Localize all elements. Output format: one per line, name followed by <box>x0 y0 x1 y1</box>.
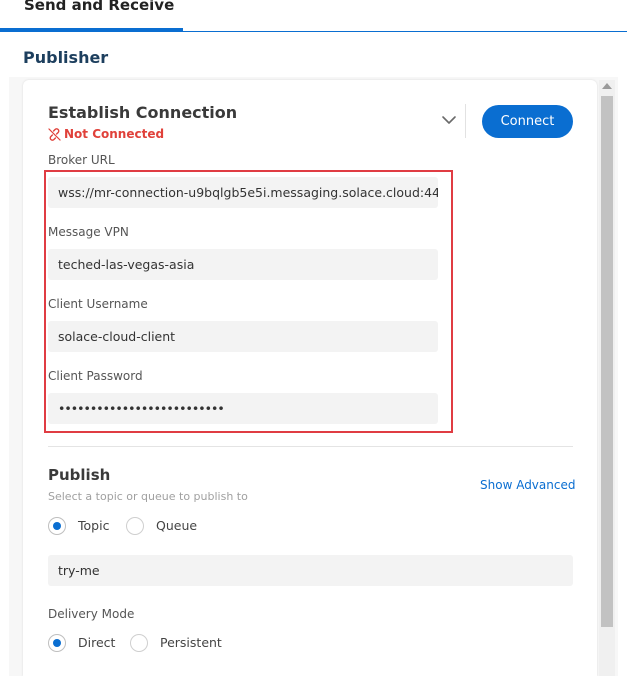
direct-radio[interactable] <box>48 634 66 652</box>
establish-connection-heading: Establish Connection <box>48 103 238 122</box>
queue-radio[interactable] <box>126 517 144 535</box>
direct-radio-label: Direct <box>78 635 116 650</box>
scrollbar-thumb[interactable] <box>601 96 613 627</box>
topic-radio[interactable] <box>48 517 66 535</box>
broker-url-label: Broker URL <box>48 153 115 167</box>
connect-button[interactable]: Connect <box>482 105 573 138</box>
tab-label: Send and Receive <box>24 0 175 14</box>
section-title: Publisher <box>23 48 109 67</box>
header-divider <box>465 104 466 138</box>
section-divider <box>48 446 573 447</box>
publish-heading: Publish <box>48 466 111 484</box>
unlink-icon <box>48 127 61 141</box>
scroll-up-arrow[interactable] <box>602 83 612 89</box>
chevron-down-icon[interactable] <box>440 113 458 127</box>
tab-bar: Send and Receive <box>0 0 627 32</box>
tab-send-and-receive[interactable]: Send and Receive <box>0 0 183 31</box>
status-text: Not Connected <box>64 127 165 141</box>
connection-status: Not Connected <box>48 126 164 142</box>
topic-input[interactable]: try-me <box>48 555 573 586</box>
credentials-highlight-box <box>44 170 453 433</box>
delivery-mode-label: Delivery Mode <box>48 607 135 621</box>
topic-radio-label: Topic <box>78 518 110 533</box>
publish-subtitle: Select a topic or queue to publish to <box>48 490 248 503</box>
persistent-radio-label: Persistent <box>160 635 222 650</box>
queue-radio-label: Queue <box>156 518 198 533</box>
persistent-radio[interactable] <box>130 634 148 652</box>
show-advanced-link[interactable]: Show Advanced <box>480 478 575 492</box>
